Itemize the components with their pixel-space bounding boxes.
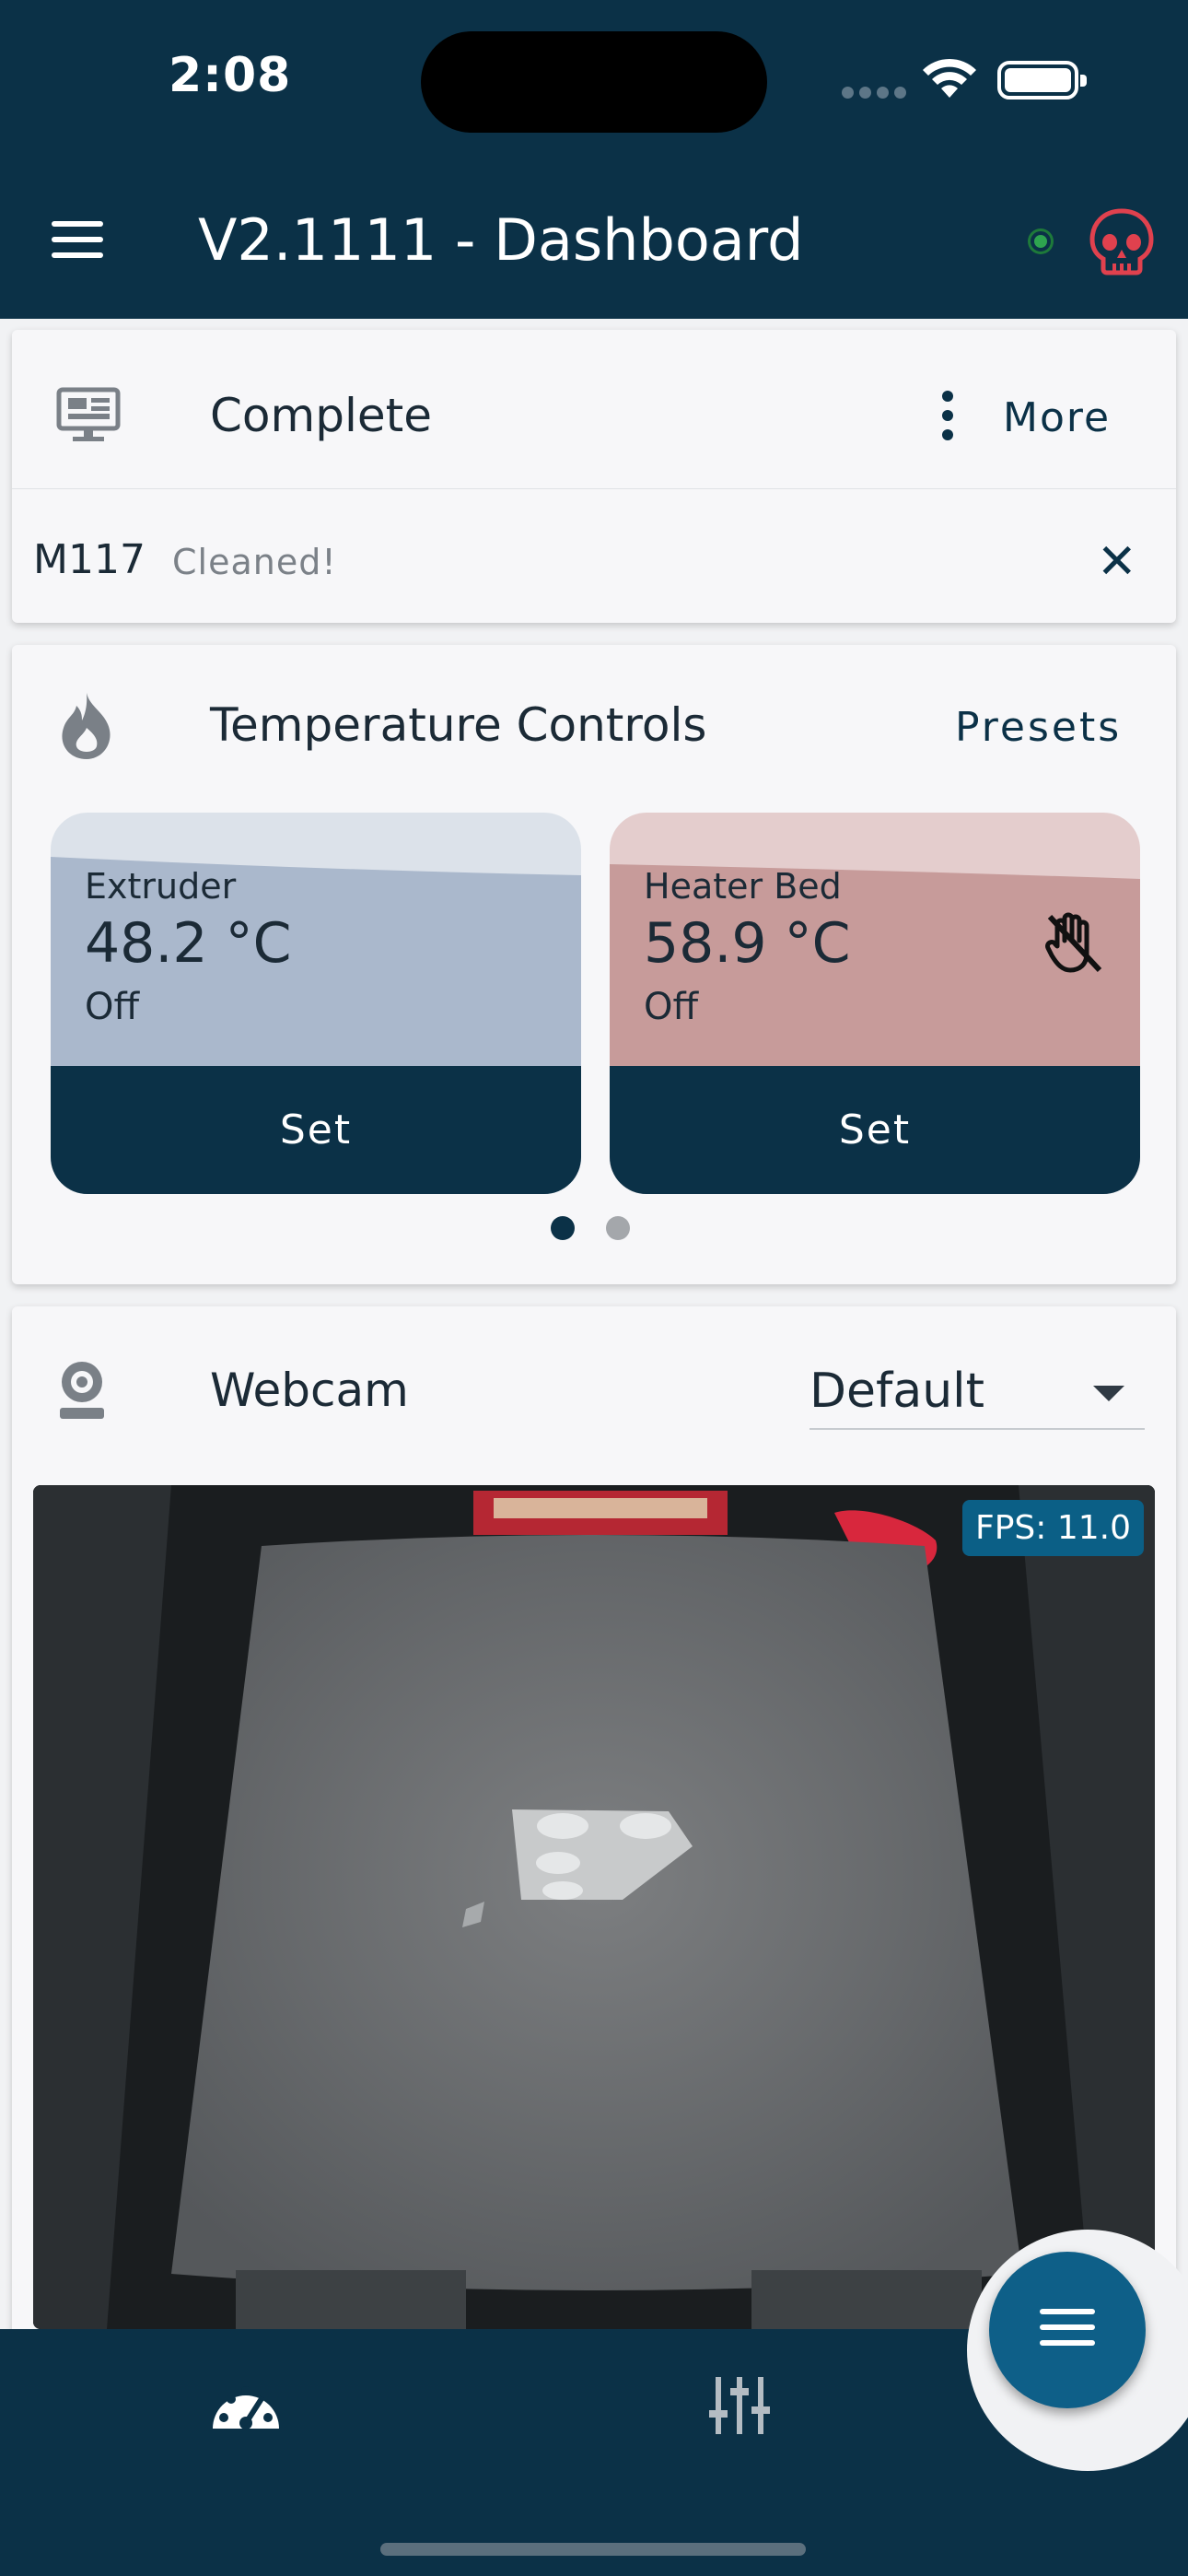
menu-icon[interactable] (52, 221, 103, 268)
page-dot[interactable] (606, 1216, 630, 1240)
fire-icon (62, 693, 111, 759)
heater-temperature: 58.9 °C (644, 911, 851, 976)
extruder-heater-tile[interactable]: Extruder 48.2 °C Off Set (51, 813, 581, 1194)
floating-menu-button[interactable] (989, 2252, 1146, 2408)
page-title: V2.1111 - Dashboard (198, 206, 804, 274)
carousel-page-indicator (551, 1216, 661, 1244)
menu-icon (1040, 2309, 1095, 2356)
status-time: 2:08 (169, 48, 292, 103)
more-button[interactable]: More (1003, 394, 1111, 441)
temperature-controls-title: Temperature Controls (210, 698, 707, 752)
webcam-title: Webcam (210, 1364, 409, 1417)
monitor-icon (56, 387, 121, 441)
heater-name: Extruder (85, 866, 237, 907)
hand-stop-icon (1045, 912, 1102, 973)
gauge-icon[interactable] (209, 2377, 283, 2432)
webcam-select-value: Default (809, 1364, 984, 1419)
webcam-frame-image (33, 1485, 1155, 2329)
app-header: 2:08 V2.1111 - Dashboard (0, 0, 1188, 319)
wifi-icon (923, 58, 976, 98)
webcam-stream[interactable]: FPS: 11.0 (33, 1485, 1155, 2329)
emergency-stop-skull-icon[interactable] (1087, 206, 1157, 276)
temperature-controls-card: Temperature Controls Presets Extruder 48… (12, 645, 1176, 1284)
print-status-card: Complete More M117 Cleaned! ✕ (12, 330, 1176, 623)
divider (12, 488, 1176, 489)
cellular-signal-icon (842, 85, 912, 102)
webcam-icon (60, 1362, 104, 1419)
heater-temperature: 48.2 °C (85, 911, 292, 976)
presets-button[interactable]: Presets (955, 704, 1122, 751)
heater-state: Off (644, 986, 699, 1028)
dropdown-caret-icon (1093, 1386, 1124, 1401)
heater-state: Off (85, 986, 140, 1028)
battery-icon (997, 61, 1087, 100)
heater-name: Heater Bed (644, 866, 842, 907)
home-indicator (380, 2543, 806, 2556)
sliders-icon[interactable] (707, 2375, 772, 2436)
gcode-message: Cleaned! (172, 542, 337, 582)
close-icon[interactable]: ✕ (1097, 534, 1137, 590)
page-dot-active[interactable] (551, 1216, 575, 1240)
connection-status-indicator (1031, 231, 1051, 252)
heater-bed-set-button[interactable]: Set (610, 1066, 1140, 1194)
gcode-command: M117 (33, 536, 146, 583)
more-vert-icon[interactable] (942, 391, 953, 449)
webcam-card: Webcam Default FPS: 11.0 (12, 1306, 1176, 2338)
webcam-select[interactable]: Default (809, 1364, 1145, 1430)
heater-bed-tile[interactable]: Heater Bed 58.9 °C Off Set (610, 813, 1140, 1194)
fps-badge: FPS: 11.0 (962, 1500, 1144, 1556)
print-status-title: Complete (210, 389, 432, 442)
dynamic-island (421, 31, 767, 133)
extruder-set-button[interactable]: Set (51, 1066, 581, 1194)
